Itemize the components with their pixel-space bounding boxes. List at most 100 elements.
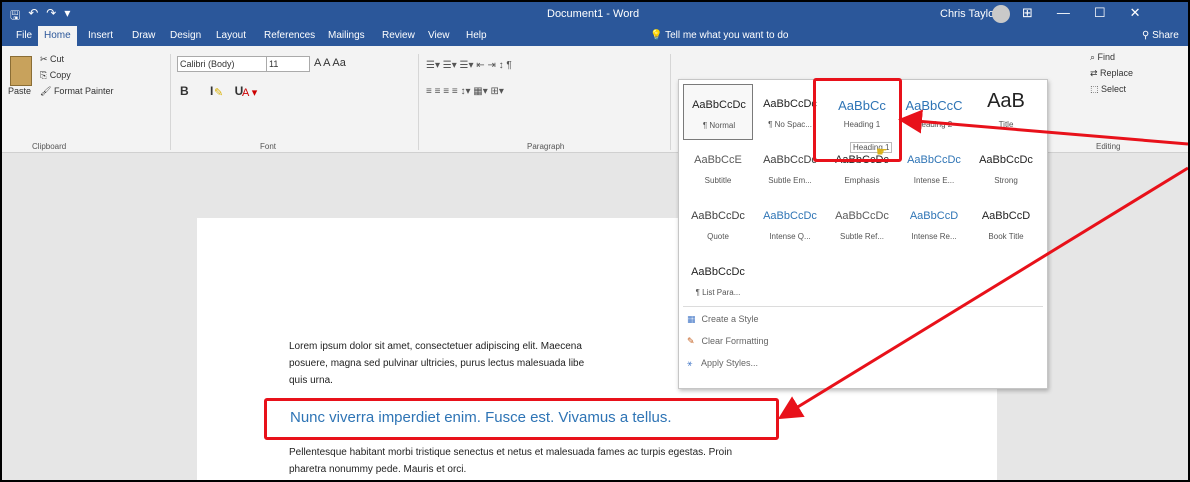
brush-icon: 🖌 [40, 86, 54, 96]
save-icon[interactable]: 🖫 [10, 6, 20, 27]
customize-qat-icon[interactable]: ▾ [64, 6, 70, 27]
tab-references[interactable]: References [258, 26, 321, 46]
style-8[interactable]: AaBbCcDc Intense E... [899, 140, 969, 196]
style-name: Intense E... [913, 176, 955, 185]
style-15[interactable]: AaBbCcDc ¶ List Para... [683, 252, 753, 308]
paste-button[interactable]: Paste [8, 86, 31, 96]
tab-review[interactable]: Review [376, 26, 421, 46]
lightbulb-icon: 💡 [650, 30, 666, 41]
create-style-button[interactable]: ▦ Create a Style [687, 314, 759, 325]
text-line: pharetra nonummy pede. Mauris et orci. [289, 464, 467, 475]
highlight-icon[interactable]: ✎ [214, 86, 223, 99]
style-sample: AaB [987, 90, 1025, 112]
style-10[interactable]: AaBbCcDc Quote [683, 196, 753, 252]
tab-mailings[interactable]: Mailings [322, 26, 371, 46]
editing-group-label: Editing [1096, 142, 1121, 151]
find-button[interactable]: ⌕ Find [1090, 52, 1115, 63]
user-name[interactable]: Chris Taylor [940, 8, 998, 20]
annotation-box-heading-text [264, 398, 779, 440]
style-name: Book Title [988, 232, 1024, 241]
paragraph-2[interactable]: Pellentesque habitant morbi tristique se… [289, 444, 889, 478]
style-sample: AaBbCcD [909, 210, 959, 222]
paragraph-group-label: Paragraph [527, 142, 565, 151]
style-13[interactable]: AaBbCcD Intense Re... [899, 196, 969, 252]
style-name: Subtle Em... [768, 176, 812, 185]
quick-access-toolbar: 🖫 ↶ ↷ ▾ [10, 6, 70, 27]
style-sample: AaBbCcDc [691, 266, 745, 278]
tab-draw[interactable]: Draw [126, 26, 161, 46]
window-controls: ⊞ — ☐ ✕ [1022, 5, 1140, 21]
paste-icon[interactable] [10, 56, 32, 86]
font-size-dropdown[interactable]: 11 [266, 56, 310, 72]
tab-insert[interactable]: Insert [82, 26, 119, 46]
tab-file[interactable]: File [10, 26, 38, 46]
style-4[interactable]: AaB Title [971, 84, 1041, 140]
maximize-button[interactable]: ☐ [1094, 5, 1106, 21]
clipboard-group-label: Clipboard [32, 142, 67, 151]
undo-icon[interactable]: ↶ [28, 6, 38, 27]
style-0[interactable]: AaBbCcDc ¶ Normal [683, 84, 753, 140]
style-name: Strong [994, 176, 1018, 185]
style-sample: AaBbCcDc [763, 210, 817, 222]
style-sample: AaBbCcDc [691, 210, 745, 222]
apply-styles-icon: ⚹ [687, 358, 693, 368]
style-3[interactable]: AaBbCcC Heading 2 [899, 84, 969, 140]
clear-formatting-button[interactable]: ✎ Clear Formatting [687, 336, 769, 347]
close-button[interactable]: ✕ [1130, 5, 1141, 21]
screenshot-frame: 🖫 ↶ ↷ ▾ Document1 - Word Chris Taylor ⊞ … [0, 0, 1190, 482]
tab-view[interactable]: View [422, 26, 456, 46]
ribbon-display-icon[interactable]: ⊞ [1022, 5, 1033, 21]
style-sample: AaBbCcD [981, 210, 1031, 222]
redo-icon[interactable]: ↷ [46, 6, 56, 27]
style-sample: AaBbCcDc [835, 210, 889, 222]
tab-help[interactable]: Help [460, 26, 493, 46]
tab-layout[interactable]: Layout [210, 26, 252, 46]
style-name: Subtle Ref... [839, 232, 885, 241]
minimize-button[interactable]: — [1057, 5, 1070, 21]
select-button[interactable]: ⬚ Select [1090, 84, 1126, 95]
create-style-icon: ▦ [687, 314, 696, 324]
style-sample: AaBbCcDc [907, 154, 961, 166]
separator [418, 54, 419, 150]
gallery-separator [683, 306, 1043, 307]
font-name-dropdown[interactable]: Calibri (Body) [177, 56, 267, 72]
style-sample: AaBbCcE [694, 154, 742, 166]
copy-button[interactable]: ⎘ Copy [40, 70, 71, 81]
scissors-icon: ✂ [40, 54, 51, 64]
style-name: Intense Q... [769, 232, 811, 241]
replace-button[interactable]: ⇄ Replace [1090, 68, 1133, 79]
tab-design[interactable]: Design [164, 26, 207, 46]
style-name: Subtitle [704, 176, 732, 185]
style-9[interactable]: AaBbCcDc Strong [971, 140, 1041, 196]
style-11[interactable]: AaBbCcDc Intense Q... [755, 196, 825, 252]
separator [170, 54, 171, 150]
style-12[interactable]: AaBbCcDc Subtle Ref... [827, 196, 897, 252]
font-color-icon[interactable]: A ▾ [242, 86, 257, 99]
font-size-grow-shrink[interactable]: A A Aa [314, 57, 346, 69]
alignment-buttons-icon[interactable]: ≡ ≡ ≡ ≡ ↕▾ ▦▾ ⊞▾ [426, 86, 504, 97]
list-buttons-icon[interactable]: ☰▾ ☰▾ ☰▾ ⇤ ⇥ ↕ ¶ [426, 60, 512, 71]
style-5[interactable]: AaBbCcE Subtitle [683, 140, 753, 196]
format-painter-button[interactable]: 🖌 Format Painter [40, 86, 113, 97]
font-group-label: Font [260, 142, 277, 151]
ribbon-tabs: File Home Insert Draw Design Layout Refe… [2, 26, 1188, 46]
style-name: Title [998, 120, 1014, 129]
text-line: Pellentesque habitant morbi tristique se… [289, 447, 733, 458]
tell-me-search[interactable]: 💡 Tell me what you want to do [650, 26, 788, 46]
replace-icon: ⇄ [1090, 68, 1101, 78]
style-name: Quote [707, 232, 729, 241]
title-bar: 🖫 ↶ ↷ ▾ Document1 - Word Chris Taylor ⊞ … [2, 2, 1188, 26]
style-name: Heading 2 [915, 120, 953, 129]
style-name: ¶ Normal [702, 121, 736, 130]
avatar[interactable] [992, 5, 1010, 23]
style-sample: AaBbCcC [905, 98, 963, 113]
find-icon: ⌕ [1090, 52, 1098, 62]
style-14[interactable]: AaBbCcD Book Title [971, 196, 1041, 252]
copy-icon: ⎘ [40, 70, 50, 80]
style-name: Intense Re... [911, 232, 957, 241]
apply-styles-button[interactable]: ⚹ Apply Styles... [687, 358, 758, 369]
tab-home[interactable]: Home [38, 26, 77, 46]
document-title: Document1 - Word [547, 8, 640, 20]
cut-button[interactable]: ✂ Cut [40, 54, 64, 65]
share-button[interactable]: ⚲ Share [1142, 26, 1179, 46]
